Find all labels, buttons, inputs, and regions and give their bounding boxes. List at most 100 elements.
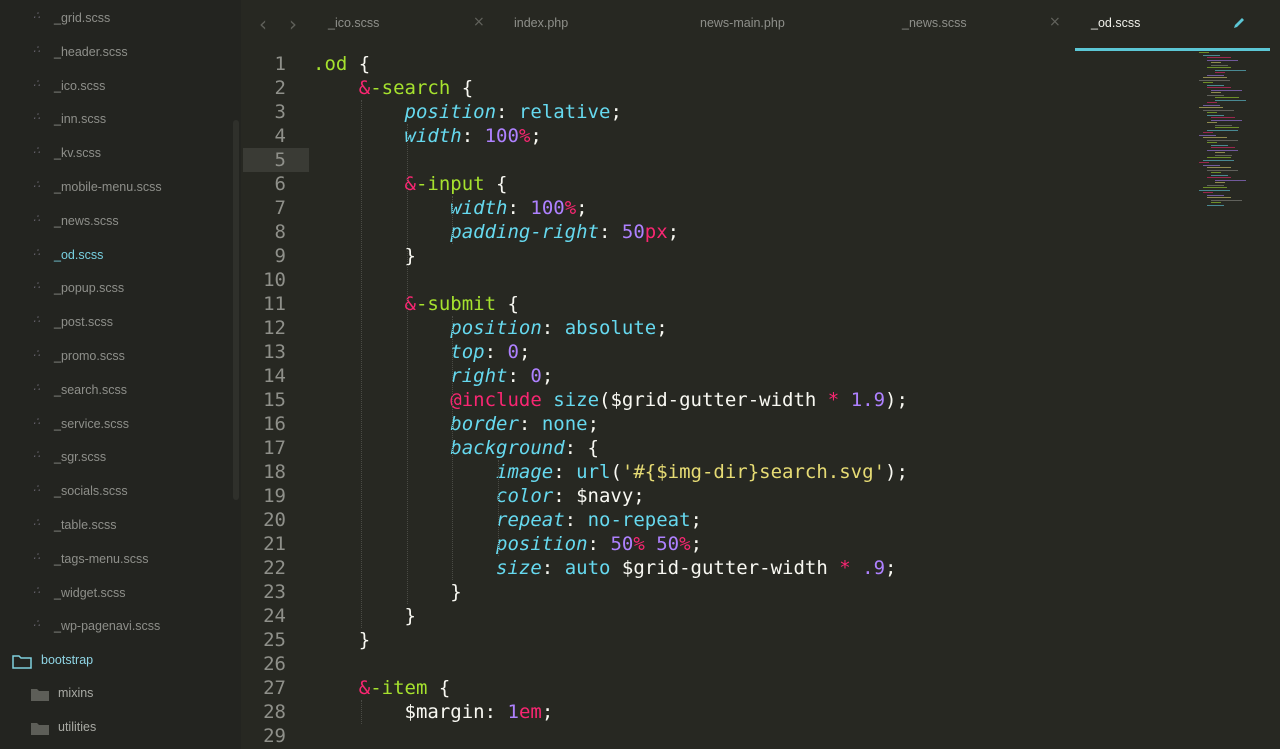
forward-arrow-icon[interactable]: › xyxy=(289,12,297,36)
file-item-label: _inn.scss xyxy=(54,112,107,127)
file-item[interactable]: ∴ _kv.scss xyxy=(0,137,232,171)
minimap-line xyxy=(1207,167,1231,168)
file-item[interactable]: ∴ _od.scss xyxy=(0,239,232,273)
minimap-line xyxy=(1215,179,1246,181)
code-token: : xyxy=(484,701,508,723)
code-token: ; xyxy=(541,701,554,723)
code-token: } xyxy=(404,605,416,627)
tab[interactable]: _ico.scss × xyxy=(313,0,499,52)
back-arrow-icon[interactable]: ‹ xyxy=(259,12,267,36)
code-line: width: 100%; xyxy=(313,124,542,148)
file-item[interactable]: ∴ _tags-menu.scss xyxy=(0,543,232,577)
tab[interactable]: _od.scss xyxy=(1075,0,1270,52)
minimap-line xyxy=(1207,102,1217,103)
file-item-label: _od.scss xyxy=(54,247,104,262)
file-item[interactable]: ∴ _mobile-menu.scss xyxy=(0,171,232,205)
file-item[interactable]: ∴ _post.scss xyxy=(0,306,232,340)
tab[interactable]: index.php xyxy=(499,0,685,52)
minimap-line xyxy=(1211,199,1242,201)
code-editor[interactable]: 1 2 3 4 5 6 7 8 9 10 11 12 13 14 15 16 17 18 19 20 21 22 23 24 2… xyxy=(241,52,1280,749)
file-item[interactable]: ∴ _sgr.scss xyxy=(0,441,232,475)
code-token: & xyxy=(358,677,371,699)
file-item[interactable]: ∴ _ico.scss xyxy=(0,70,232,104)
close-icon[interactable]: × xyxy=(1049,14,1061,30)
code-line: padding-right: 50px; xyxy=(313,220,679,244)
code-token: size xyxy=(496,557,542,579)
code-token: repeat xyxy=(496,509,565,531)
minimap-line xyxy=(1207,94,1224,96)
sass-file-icon: ∴ xyxy=(33,110,40,124)
code-line: size: auto $grid-gutter-width * .9; xyxy=(313,556,896,580)
indent-guide xyxy=(406,124,408,604)
minimap-line xyxy=(1207,67,1231,68)
file-item[interactable]: ∴ _popup.scss xyxy=(0,272,232,306)
code-token: -input xyxy=(415,173,485,195)
minimap-line xyxy=(1199,52,1209,53)
file-item[interactable]: ∴ _promo.scss xyxy=(0,340,232,374)
tab[interactable]: _news.scss × xyxy=(887,0,1075,52)
file-item[interactable]: ∴ _search.scss xyxy=(0,374,232,408)
sidebar-scrollbar[interactable] xyxy=(233,120,239,500)
line-number: 12 xyxy=(263,317,286,339)
folder-item[interactable]: utilities xyxy=(0,711,232,745)
sass-file-icon: ∴ xyxy=(33,448,40,462)
sass-file-icon: ∴ xyxy=(33,583,40,597)
code-token: ( xyxy=(610,461,622,483)
file-item[interactable]: ∴ _wp-pagenavi.scss xyxy=(0,610,232,644)
folder-open-icon xyxy=(12,655,32,669)
code-token: : xyxy=(461,125,485,147)
file-item[interactable]: ∴ _socials.scss xyxy=(0,475,232,509)
code-token: ($grid-gutter-width xyxy=(599,389,828,411)
minimap-line xyxy=(1215,124,1232,126)
line-number: 3 xyxy=(274,101,286,123)
code-token: '#{$img-dir}search.svg' xyxy=(621,461,886,483)
code-token: color xyxy=(496,485,554,507)
file-item[interactable]: ∴ _grid.scss xyxy=(0,2,232,36)
code-line: } xyxy=(313,604,416,628)
code-token: % xyxy=(518,125,531,147)
code-token: % xyxy=(633,533,645,555)
minimap-line xyxy=(1207,177,1231,178)
minimap-line xyxy=(1215,127,1239,128)
file-item[interactable]: ∴ _widget.scss xyxy=(0,577,232,611)
code-token: position xyxy=(404,101,497,123)
code-token: : xyxy=(564,509,588,531)
line-number: 24 xyxy=(263,605,286,627)
close-icon[interactable]: × xyxy=(473,14,485,30)
code-token: -submit xyxy=(415,293,497,315)
folder-item[interactable]: bootstrap xyxy=(0,644,232,678)
tab[interactable]: news-main.php xyxy=(685,0,887,52)
code-token: & xyxy=(358,77,371,99)
code-area[interactable]: .od { &-search { position: relative; wid… xyxy=(313,52,1193,749)
minimap-line xyxy=(1211,119,1242,121)
file-item[interactable]: ∴ _service.scss xyxy=(0,408,232,442)
code-token: { xyxy=(347,53,371,75)
minimap-line xyxy=(1215,72,1225,73)
file-item[interactable]: ∴ _table.scss xyxy=(0,509,232,543)
folder-item-label: mixins xyxy=(58,686,94,700)
file-item-label: _ico.scss xyxy=(54,78,106,93)
line-number: 15 xyxy=(263,389,286,411)
file-item-label: _header.scss xyxy=(54,44,128,59)
file-item[interactable]: ∴ _news.scss xyxy=(0,205,232,239)
file-item[interactable]: ∴ _inn.scss xyxy=(0,103,232,137)
code-line: .od { xyxy=(313,52,370,76)
file-item[interactable]: ∴ _header.scss xyxy=(0,36,232,70)
minimap-line xyxy=(1211,62,1221,63)
code-token: ; xyxy=(610,101,622,123)
indent-guide xyxy=(452,196,454,244)
minimap[interactable] xyxy=(1199,52,1259,212)
line-number: 7 xyxy=(274,197,286,219)
folder-item[interactable]: mixins xyxy=(0,677,232,711)
sass-file-icon: ∴ xyxy=(33,76,40,90)
code-token: : xyxy=(541,557,565,579)
